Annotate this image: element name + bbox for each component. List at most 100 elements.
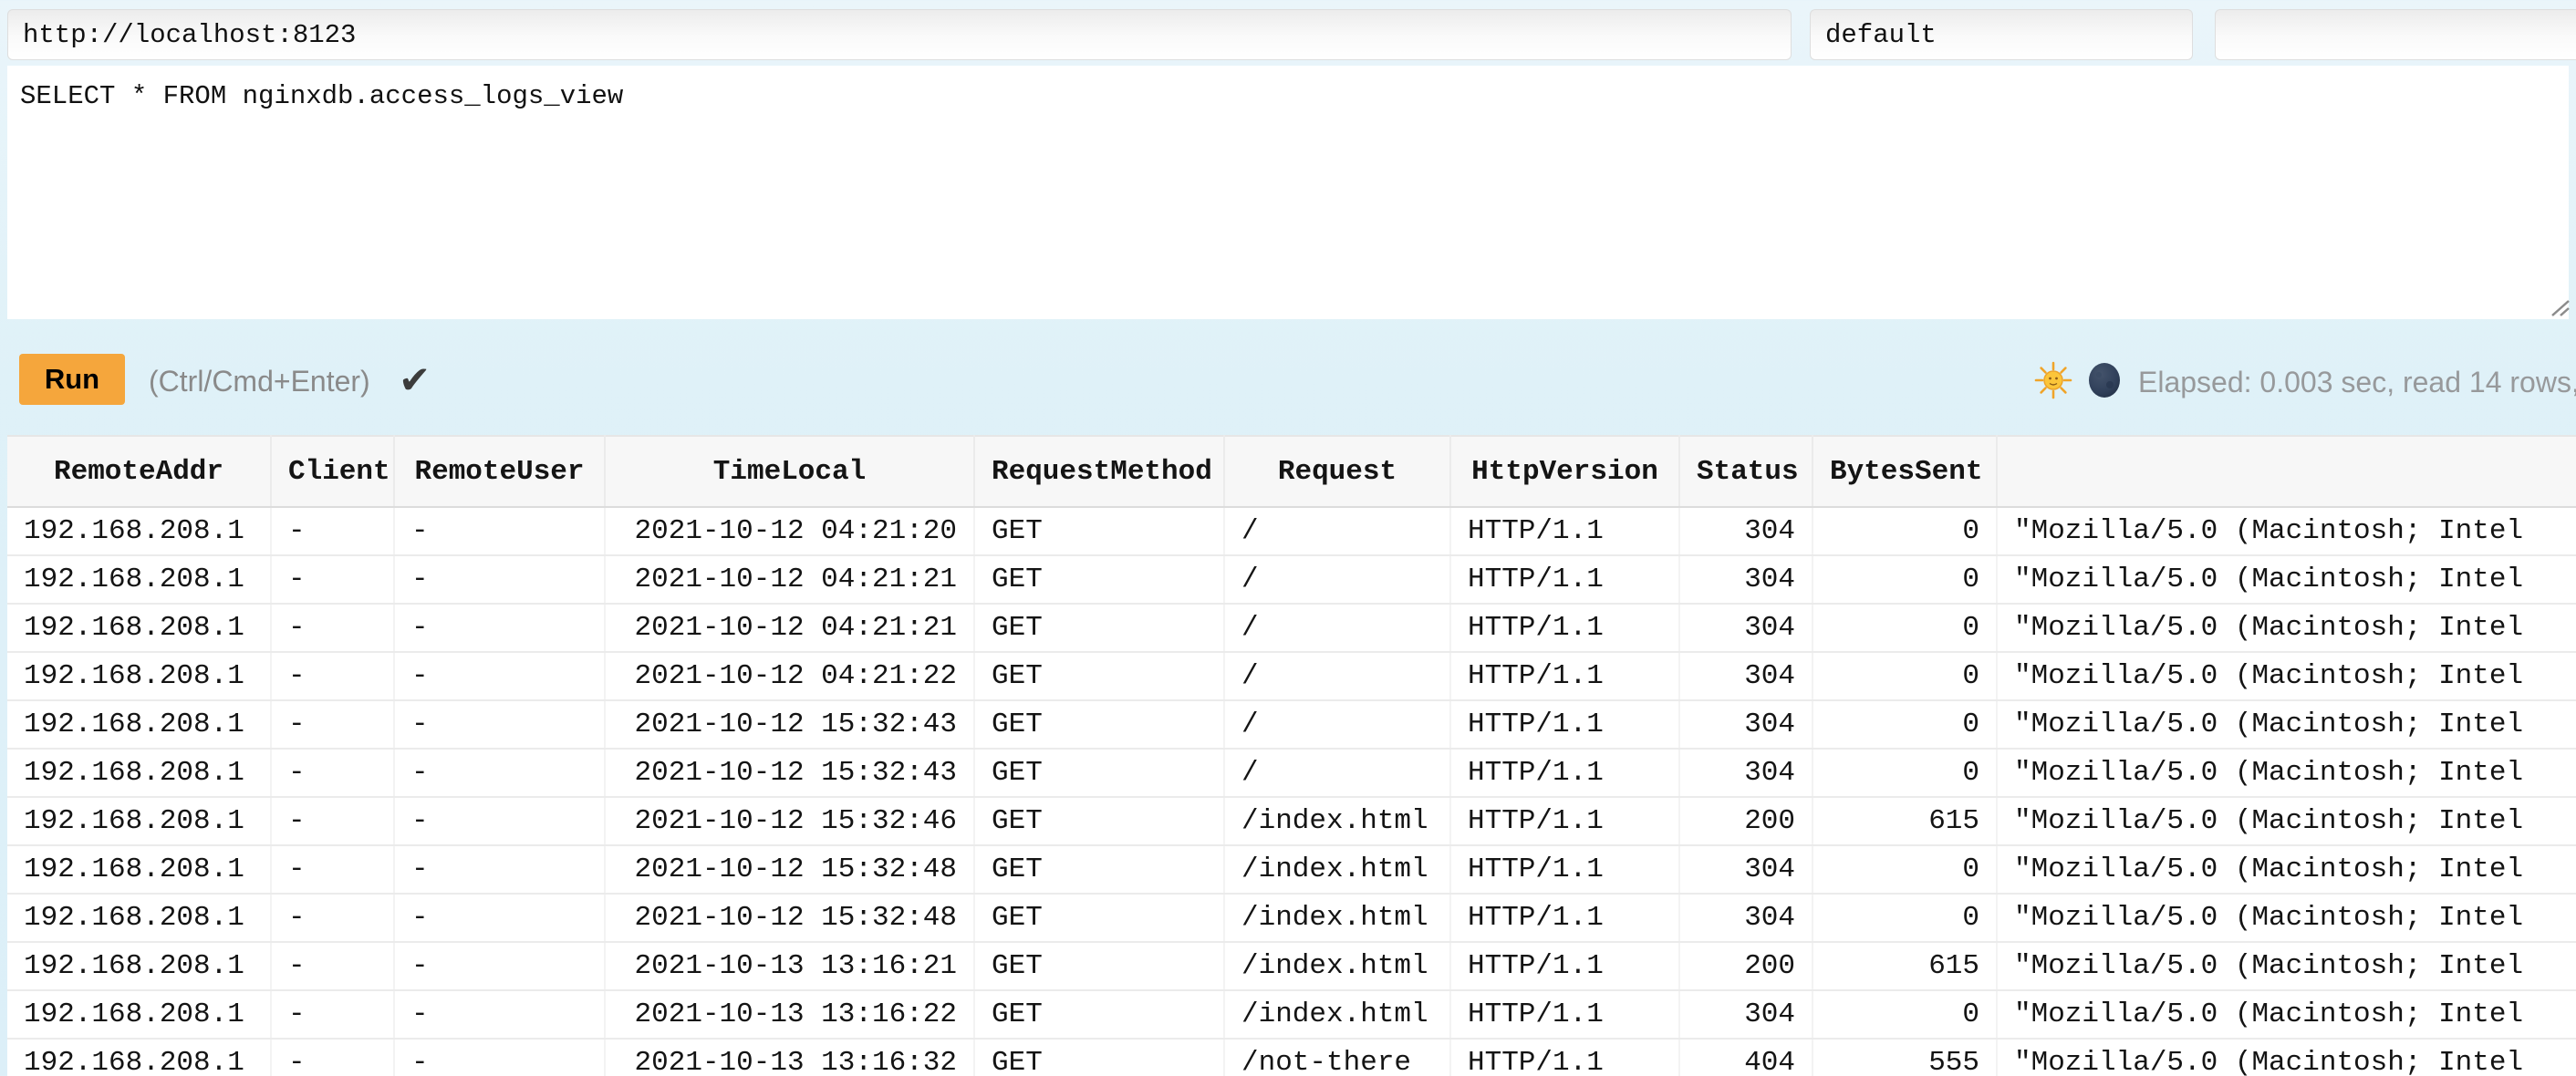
cell-RemoteAddr: 192.168.208.1: [7, 507, 271, 555]
cell-user-agent: "Mozilla/5.0 (Macintosh; Intel: [1997, 700, 2576, 749]
cell-RequestMethod: GET: [974, 894, 1224, 942]
cell-Status: 304: [1679, 749, 1813, 797]
cell-HttpVersion: HTTP/1.1: [1450, 555, 1679, 604]
cell-HttpVersion: HTTP/1.1: [1450, 507, 1679, 555]
cell-RemoteAddr: 192.168.208.1: [7, 700, 271, 749]
column-header-RequestMethod: RequestMethod: [974, 436, 1224, 507]
cell-Client: -: [271, 990, 394, 1039]
cell-Request: /: [1224, 555, 1450, 604]
cell-Request: /index.html: [1224, 797, 1450, 845]
cell-user-agent: "Mozilla/5.0 (Macintosh; Intel: [1997, 990, 2576, 1039]
cell-Request: /index.html: [1224, 845, 1450, 894]
cell-Client: -: [271, 845, 394, 894]
run-button[interactable]: Run: [19, 354, 125, 405]
cell-Request: /index.html: [1224, 942, 1450, 990]
cell-Status: 304: [1679, 894, 1813, 942]
cell-Client: -: [271, 555, 394, 604]
cell-Request: /: [1224, 700, 1450, 749]
cell-TimeLocal: 2021-10-13 13:16:32: [605, 1039, 974, 1076]
cell-RemoteAddr: 192.168.208.1: [7, 652, 271, 700]
column-header-Request: Request: [1224, 436, 1450, 507]
cell-RequestMethod: GET: [974, 604, 1224, 652]
cell-RequestMethod: GET: [974, 700, 1224, 749]
table-header-row: RemoteAddrClientRemoteUserTimeLocalReque…: [7, 436, 2576, 507]
cell-user-agent: "Mozilla/5.0 (Macintosh; Intel: [1997, 507, 2576, 555]
cell-user-agent: "Mozilla/5.0 (Macintosh; Intel: [1997, 652, 2576, 700]
cell-RemoteUser: -: [394, 942, 605, 990]
cell-TimeLocal: 2021-10-12 15:32:46: [605, 797, 974, 845]
cell-Status: 200: [1679, 797, 1813, 845]
user-input[interactable]: [1810, 9, 2193, 60]
table-row: 192.168.208.1--2021-10-12 15:32:43GET/HT…: [7, 700, 2576, 749]
table-row: 192.168.208.1--2021-10-12 15:32:48GET/in…: [7, 845, 2576, 894]
cell-RemoteUser: -: [394, 894, 605, 942]
column-header-RemoteAddr: RemoteAddr: [7, 436, 271, 507]
cell-user-agent: "Mozilla/5.0 (Macintosh; Intel: [1997, 1039, 2576, 1076]
cell-TimeLocal: 2021-10-12 04:21:21: [605, 604, 974, 652]
cell-user-agent: "Mozilla/5.0 (Macintosh; Intel: [1997, 845, 2576, 894]
cell-Request: /: [1224, 604, 1450, 652]
cell-Status: 404: [1679, 1039, 1813, 1076]
table-row: 192.168.208.1--2021-10-13 13:16:21GET/in…: [7, 942, 2576, 990]
column-header-HttpVersion: HttpVersion: [1450, 436, 1679, 507]
cell-Client: -: [271, 1039, 394, 1076]
cell-RemoteUser: -: [394, 652, 605, 700]
cell-BytesSent: 615: [1813, 797, 1997, 845]
cell-TimeLocal: 2021-10-12 04:21:20: [605, 507, 974, 555]
table-row: 192.168.208.1--2021-10-12 15:32:48GET/in…: [7, 894, 2576, 942]
cell-RemoteUser: -: [394, 749, 605, 797]
cell-BytesSent: 0: [1813, 845, 1997, 894]
results-table-wrap: RemoteAddrClientRemoteUserTimeLocalReque…: [7, 435, 2576, 1076]
cell-RequestMethod: GET: [974, 845, 1224, 894]
cell-Client: -: [271, 507, 394, 555]
cell-user-agent: "Mozilla/5.0 (Macintosh; Intel: [1997, 942, 2576, 990]
cell-Client: -: [271, 797, 394, 845]
cell-RequestMethod: GET: [974, 942, 1224, 990]
cell-RemoteAddr: 192.168.208.1: [7, 604, 271, 652]
cell-HttpVersion: HTTP/1.1: [1450, 652, 1679, 700]
cell-Status: 304: [1679, 990, 1813, 1039]
cell-TimeLocal: 2021-10-13 13:16:22: [605, 990, 974, 1039]
cell-HttpVersion: HTTP/1.1: [1450, 797, 1679, 845]
cell-BytesSent: 0: [1813, 507, 1997, 555]
cell-RemoteUser: -: [394, 797, 605, 845]
column-header-Status: Status: [1679, 436, 1813, 507]
column-header-Client: Client: [271, 436, 394, 507]
cell-RequestMethod: GET: [974, 990, 1224, 1039]
cell-HttpVersion: HTTP/1.1: [1450, 894, 1679, 942]
cell-HttpVersion: HTTP/1.1: [1450, 749, 1679, 797]
cell-TimeLocal: 2021-10-12 15:32:43: [605, 749, 974, 797]
cell-RemoteUser: -: [394, 845, 605, 894]
server-url-input[interactable]: [7, 9, 1792, 60]
table-row: 192.168.208.1--2021-10-12 04:21:22GET/HT…: [7, 652, 2576, 700]
cell-RemoteUser: -: [394, 507, 605, 555]
query-editor[interactable]: SELECT * FROM nginxdb.access_logs_view: [7, 66, 2569, 319]
cell-Request: /not-there: [1224, 1039, 1450, 1076]
resize-grip-icon[interactable]: [2547, 295, 2571, 317]
cell-HttpVersion: HTTP/1.1: [1450, 700, 1679, 749]
cell-RemoteAddr: 192.168.208.1: [7, 990, 271, 1039]
cell-BytesSent: 0: [1813, 700, 1997, 749]
cell-TimeLocal: 2021-10-12 15:32:48: [605, 845, 974, 894]
cell-Client: -: [271, 700, 394, 749]
cell-RemoteUser: -: [394, 990, 605, 1039]
cell-RemoteAddr: 192.168.208.1: [7, 845, 271, 894]
table-row: 192.168.208.1--2021-10-13 13:16:22GET/in…: [7, 990, 2576, 1039]
cell-RemoteAddr: 192.168.208.1: [7, 797, 271, 845]
column-header-RemoteUser: RemoteUser: [394, 436, 605, 507]
password-input[interactable]: [2215, 9, 2576, 60]
cell-TimeLocal: 2021-10-12 04:21:22: [605, 652, 974, 700]
column-header-BytesSent: BytesSent: [1813, 436, 1997, 507]
cell-HttpVersion: HTTP/1.1: [1450, 1039, 1679, 1076]
table-row: 192.168.208.1--2021-10-12 04:21:21GET/HT…: [7, 555, 2576, 604]
cell-Client: -: [271, 652, 394, 700]
cell-TimeLocal: 2021-10-12 15:32:43: [605, 700, 974, 749]
cell-Status: 304: [1679, 555, 1813, 604]
cell-BytesSent: 555: [1813, 1039, 1997, 1076]
cell-Status: 304: [1679, 700, 1813, 749]
moon-icon[interactable]: [2085, 361, 2124, 399]
sun-icon[interactable]: [2034, 361, 2072, 399]
cell-BytesSent: 0: [1813, 894, 1997, 942]
results-table: RemoteAddrClientRemoteUserTimeLocalReque…: [7, 435, 2576, 1076]
cell-Status: 200: [1679, 942, 1813, 990]
